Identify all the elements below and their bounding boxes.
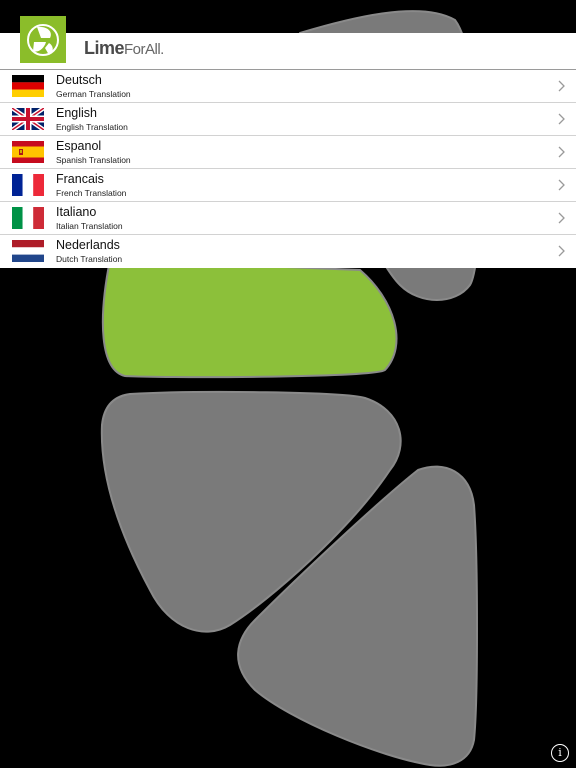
fr-flag-icon (12, 174, 44, 196)
language-row-nederlands[interactable]: Nederlands Dutch Translation (0, 235, 576, 268)
brand-light-text: ForAll. (124, 41, 164, 58)
language-subtitle: Spanish Translation (56, 155, 131, 165)
language-subtitle: German Translation (56, 89, 131, 99)
language-name: Nederlands (56, 238, 120, 252)
info-button[interactable]: i (551, 744, 569, 762)
language-name: Deutsch (56, 73, 102, 87)
language-subtitle: French Translation (56, 188, 127, 198)
chevron-right-icon (558, 212, 566, 224)
chevron-right-icon (558, 179, 566, 191)
lime-segment-green (101, 258, 398, 379)
language-row-english[interactable]: English English Translation (0, 103, 576, 136)
chevron-right-icon (558, 80, 566, 92)
lime-logo-icon (20, 16, 66, 63)
language-name: Espanol (56, 139, 102, 153)
language-subtitle: English Translation (56, 122, 128, 132)
language-row-francais[interactable]: Francais French Translation (0, 169, 576, 202)
es-flag-icon (12, 141, 44, 163)
language-subtitle: Dutch Translation (56, 254, 123, 264)
uk-flag-icon (12, 108, 44, 130)
language-subtitle: Italian Translation (56, 221, 123, 231)
chevron-right-icon (558, 113, 566, 125)
brand-logotype: LimeForAll. (84, 38, 164, 60)
language-row-deutsch[interactable]: Deutsch German Translation (0, 70, 576, 103)
language-list: Deutsch German Translation English Engli… (0, 70, 576, 268)
de-flag-icon (12, 75, 44, 97)
language-row-italiano[interactable]: Italiano Italian Translation (0, 202, 576, 235)
it-flag-icon (12, 207, 44, 229)
brand-bold-text: Lime (84, 38, 125, 58)
language-name: Francais (56, 172, 104, 186)
language-name: Italiano (56, 205, 97, 219)
language-name: English (56, 106, 97, 120)
chevron-right-icon (558, 245, 566, 257)
nl-flag-icon (12, 240, 44, 262)
chevron-right-icon (558, 146, 566, 158)
language-row-espanol[interactable]: Espanol Spanish Translation (0, 136, 576, 169)
